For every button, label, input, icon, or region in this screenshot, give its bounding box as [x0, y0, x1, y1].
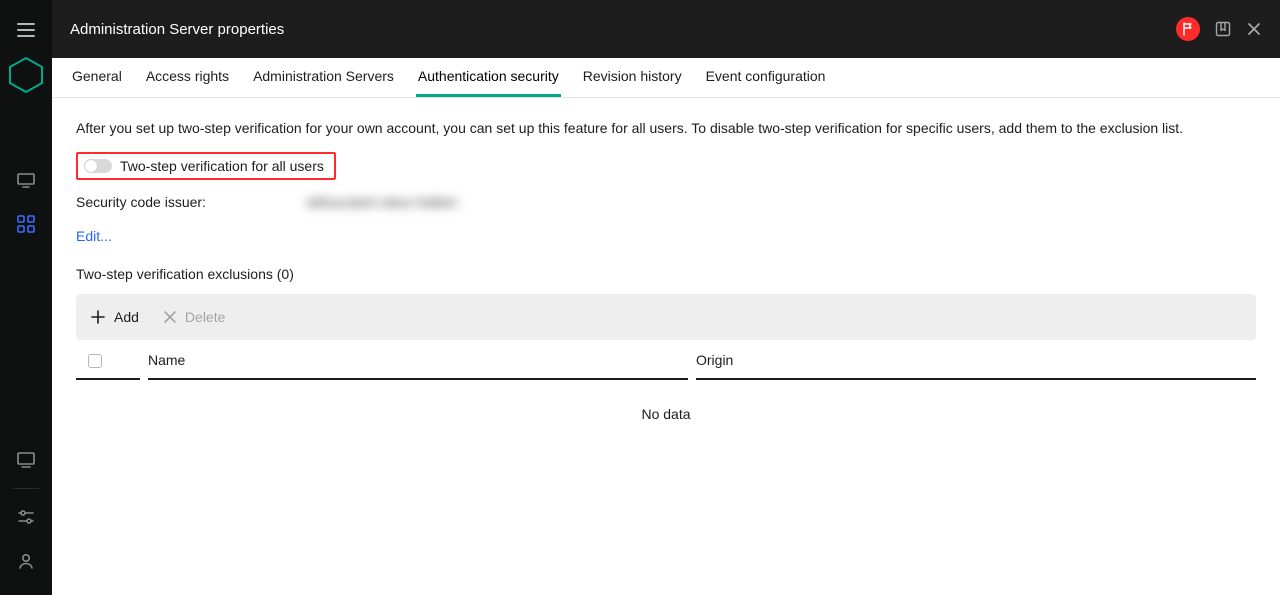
- sidebar-item-settings[interactable]: [2, 495, 50, 539]
- issuer-value: obfuscated value hidden: [306, 194, 458, 210]
- column-origin[interactable]: Origin: [696, 340, 1256, 378]
- menu-icon[interactable]: [16, 20, 36, 40]
- help-text: After you set up two-step verification f…: [76, 118, 1256, 138]
- column-name[interactable]: Name: [148, 340, 688, 378]
- app-root: Administration Server properties General…: [0, 0, 1280, 595]
- table-header-underline: [76, 378, 1256, 380]
- tab-administration-servers[interactable]: Administration Servers: [251, 58, 396, 97]
- add-button-label: Add: [114, 309, 139, 325]
- edit-link[interactable]: Edit...: [76, 228, 112, 244]
- two-step-toggle-highlight: Two-step verification for all users: [76, 152, 336, 180]
- two-step-toggle-label: Two-step verification for all users: [120, 158, 324, 174]
- content-area: After you set up two-step verification f…: [52, 98, 1280, 468]
- left-sidebar: [0, 0, 52, 595]
- two-step-toggle[interactable]: [84, 159, 112, 173]
- tab-event-configuration[interactable]: Event configuration: [704, 58, 828, 97]
- plus-icon: [90, 309, 106, 325]
- exclusions-heading: Two-step verification exclusions (0): [76, 266, 1256, 282]
- table-empty-state: No data: [76, 380, 1256, 448]
- tab-revision-history[interactable]: Revision history: [581, 58, 684, 97]
- main-panel: Administration Server properties General…: [52, 0, 1280, 595]
- sidebar-item-devices[interactable]: [2, 438, 50, 482]
- sidebar-divider: [13, 488, 39, 489]
- titlebar: Administration Server properties: [52, 0, 1280, 58]
- bookmark-icon[interactable]: [1214, 20, 1232, 38]
- tab-authentication-security[interactable]: Authentication security: [416, 58, 561, 97]
- tab-bar: General Access rights Administration Ser…: [52, 58, 1280, 98]
- select-all-checkbox[interactable]: [88, 354, 102, 368]
- issuer-label: Security code issuer:: [76, 194, 306, 210]
- close-icon[interactable]: [1246, 21, 1262, 37]
- exclusions-table: Name Origin No data: [76, 340, 1256, 448]
- select-all-cell: [76, 342, 140, 378]
- page-title: Administration Server properties: [70, 21, 284, 38]
- sidebar-item-monitoring[interactable]: [2, 158, 50, 202]
- exclusions-toolbar: Add Delete: [76, 294, 1256, 340]
- tab-general[interactable]: General: [70, 58, 124, 97]
- feedback-button[interactable]: [1176, 17, 1200, 41]
- delete-button: Delete: [163, 309, 225, 325]
- brand-logo: [9, 58, 43, 92]
- tab-access-rights[interactable]: Access rights: [144, 58, 231, 97]
- x-icon: [163, 310, 177, 324]
- sidebar-item-users[interactable]: [2, 539, 50, 583]
- delete-button-label: Delete: [185, 309, 225, 325]
- issuer-row: Security code issuer: obfuscated value h…: [76, 194, 1256, 210]
- table-header-row: Name Origin: [76, 340, 1256, 378]
- add-button[interactable]: Add: [90, 309, 139, 325]
- sidebar-item-assets[interactable]: [2, 202, 50, 246]
